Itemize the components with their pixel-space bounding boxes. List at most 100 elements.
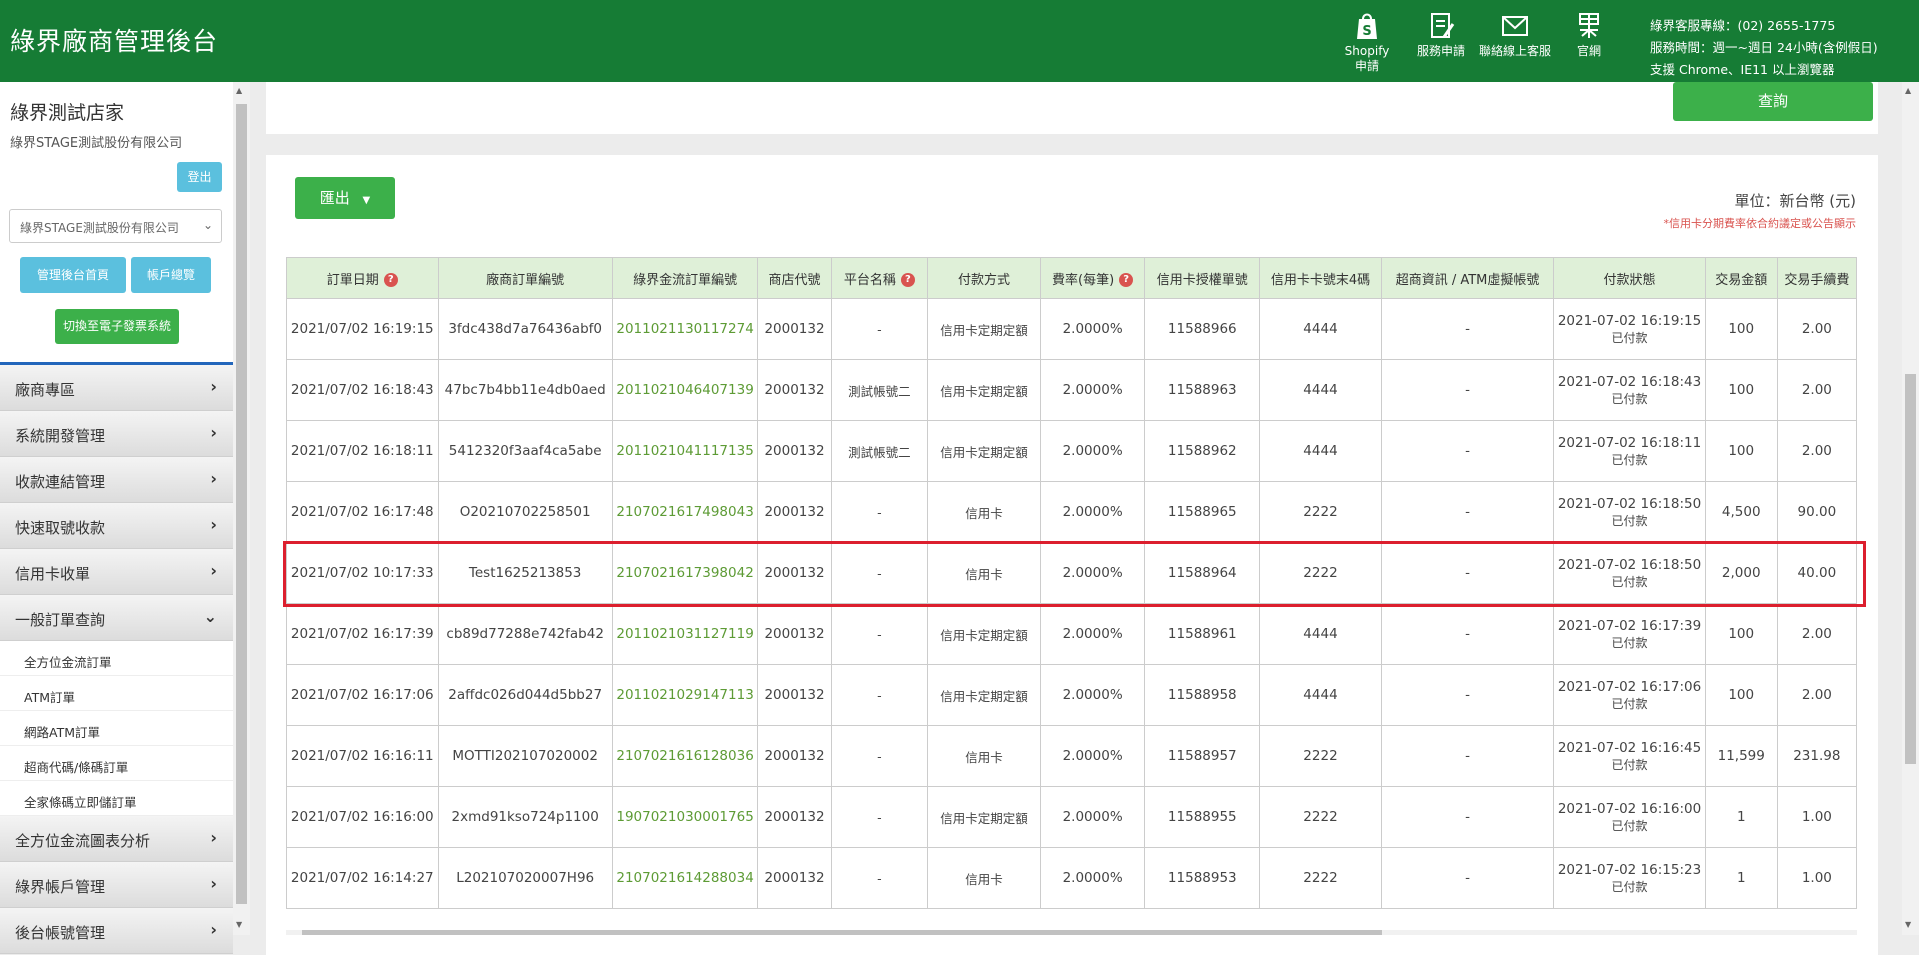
export-button[interactable]: 匯出 ▼ bbox=[295, 177, 395, 219]
cell-ecpay-order-link[interactable]: 2107021617498043 bbox=[611, 481, 759, 543]
cell-trade-amount: 100 bbox=[1704, 298, 1778, 360]
official-site-link[interactable]: 官網 bbox=[1552, 8, 1626, 74]
cell-fee-rate: 2.0000% bbox=[1039, 298, 1146, 360]
column-header-label: 商店代號 bbox=[768, 272, 821, 288]
cell-cvs-atm-info: - bbox=[1380, 725, 1555, 787]
query-button[interactable]: 查詢 bbox=[1673, 82, 1873, 121]
account-overview-button[interactable]: 帳戶總覽 bbox=[131, 257, 211, 293]
page-scrollbar[interactable]: ▲ ▼ bbox=[1902, 82, 1919, 935]
chevron-right-icon: › bbox=[210, 377, 217, 396]
service-apply-link[interactable]: 服務申請 bbox=[1404, 8, 1478, 74]
scroll-down-icon[interactable]: ▼ bbox=[1905, 920, 1911, 929]
menu-item-vendor[interactable]: 廠商專區 › bbox=[0, 365, 233, 411]
scroll-up-icon[interactable]: ▲ bbox=[236, 86, 242, 95]
cell-fee-rate: 2.0000% bbox=[1039, 725, 1146, 787]
official-link-label: 官網 bbox=[1576, 44, 1601, 58]
cell-ecpay-order-link[interactable]: 2011021031127119 bbox=[611, 603, 759, 665]
cell-payment-status: 2021-07-02 16:15:23 已付款 bbox=[1553, 847, 1706, 909]
cell-payment-method: 信用卡定期定額 bbox=[927, 298, 1041, 360]
column-header-platform-name: 平台名稱? bbox=[830, 257, 929, 299]
cell-ecpay-order-link[interactable]: 1907021030001765 bbox=[611, 786, 759, 848]
submenu-item-family-orders[interactable]: 全家條碼立即儲訂單 bbox=[0, 781, 233, 816]
payment-status-label: 已付款 bbox=[1611, 757, 1648, 772]
submenu-item-cvs-orders[interactable]: 超商代碼/條碼訂單 bbox=[0, 746, 233, 781]
cell-payment-method: 信用卡定期定額 bbox=[927, 786, 1041, 848]
form-edit-icon bbox=[1431, 13, 1455, 38]
cell-trade-fee: 1.00 bbox=[1776, 847, 1857, 909]
submenu-item-all-orders[interactable]: 全方位金流訂單 bbox=[0, 641, 233, 676]
payment-status-label: 已付款 bbox=[1611, 452, 1648, 467]
table-horizontal-scrollbar[interactable] bbox=[286, 930, 1857, 935]
column-header-cvs-atm-info: 超商資訊 / ATM虛擬帳號 bbox=[1380, 257, 1555, 299]
cell-platform-name: - bbox=[830, 603, 929, 665]
switch-einvoice-button[interactable]: 切換至電子發票系統 bbox=[55, 309, 179, 344]
table-row: 2021/07/02 16:19:15 3fdc438d7a76436abf0 20… bbox=[286, 298, 1857, 360]
cell-store-id: 2000132 bbox=[757, 481, 832, 543]
cell-vendor-order-no: cb89d77288e742fab42 bbox=[437, 603, 613, 665]
cell-ecpay-order-link[interactable]: 2107021616128036 bbox=[611, 725, 759, 787]
submenu-item-atm-orders[interactable]: ATM訂單 bbox=[0, 676, 233, 711]
menu-item-system-dev[interactable]: 系統開發管理 › bbox=[0, 411, 233, 457]
cell-order-date: 2021/07/02 16:14:27 bbox=[286, 847, 439, 909]
cell-payment-status: 2021-07-02 16:16:45 已付款 bbox=[1553, 725, 1706, 787]
cell-card-last4: 2222 bbox=[1259, 847, 1382, 909]
menu-item-chart-analysis[interactable]: 全方位金流圖表分析 › bbox=[0, 816, 233, 862]
menu-item-account-mgmt[interactable]: 綠界帳戶管理 › bbox=[0, 862, 233, 908]
table-header-row: 訂單日期? 廠商訂單編號 綠界金流訂單編號 商店代號 平台名稱? 付款方式 費率(每筆)? 信… bbox=[286, 257, 1857, 299]
shopify-apply-link[interactable]: S Shopify 申請 bbox=[1330, 8, 1404, 74]
company-select[interactable]: 綠界STAGE測試股份有限公司 ⌄ bbox=[9, 209, 222, 243]
menu-item-payment-link[interactable]: 收款連結管理 › bbox=[0, 457, 233, 503]
help-icon[interactable]: ? bbox=[383, 273, 398, 287]
cell-vendor-order-no: 47bc7b4bb11e4db0aed bbox=[437, 359, 613, 421]
chevron-right-icon: › bbox=[210, 828, 217, 847]
sidebar-scroll-thumb[interactable] bbox=[236, 104, 247, 904]
menu-item-backend-accounts[interactable]: 後台帳號管理 › bbox=[0, 908, 233, 954]
cell-payment-status: 2021-07-02 16:19:15 已付款 bbox=[1553, 298, 1706, 360]
scroll-up-icon[interactable]: ▲ bbox=[1905, 86, 1911, 95]
menu-item-credit-card[interactable]: 信用卡收單 › bbox=[0, 549, 233, 595]
mail-icon bbox=[1502, 16, 1528, 36]
cell-cvs-atm-info: - bbox=[1380, 359, 1555, 421]
cell-cvs-atm-info: - bbox=[1380, 420, 1555, 482]
admin-home-button[interactable]: 管理後台首頁 bbox=[20, 257, 126, 293]
cell-platform-name: - bbox=[830, 664, 929, 726]
cell-ecpay-order-link[interactable]: 2011021029147113 bbox=[611, 664, 759, 726]
logout-button[interactable]: 登出 bbox=[177, 162, 222, 192]
submenu-item-web-atm-orders[interactable]: 網路ATM訂單 bbox=[0, 711, 233, 746]
sidebar-scrollbar[interactable]: ▲ ▼ bbox=[233, 82, 250, 935]
cell-fee-rate: 2.0000% bbox=[1039, 359, 1146, 421]
column-header-card-last4: 信用卡卡號末4碼 bbox=[1259, 257, 1382, 299]
ecpay-logo-icon bbox=[1579, 13, 1599, 38]
page-scroll-thumb[interactable] bbox=[1905, 374, 1916, 764]
column-header-label: 付款方式 bbox=[957, 272, 1010, 288]
cell-cvs-atm-info: - bbox=[1380, 847, 1555, 909]
menu-item-order-query[interactable]: 一般訂單查詢 ⌄ bbox=[0, 595, 233, 641]
column-header-fee-rate: 費率(每筆)? bbox=[1039, 257, 1146, 299]
cell-card-last4: 2222 bbox=[1259, 786, 1382, 848]
cell-auth-no: 11588955 bbox=[1144, 786, 1261, 848]
hotline-text: 綠界客服專線：(02) 2655-1775 bbox=[1650, 18, 1836, 33]
cell-ecpay-order-link[interactable]: 2011021130117274 bbox=[611, 298, 759, 360]
company-name: 綠界STAGE測試股份有限公司 bbox=[10, 136, 183, 151]
brand-title[interactable]: 綠界廠商管理後台 bbox=[10, 22, 218, 58]
column-header-trade-amount: 交易金額 bbox=[1704, 257, 1778, 299]
cell-platform-name: - bbox=[830, 786, 929, 848]
scroll-down-icon[interactable]: ▼ bbox=[236, 920, 242, 929]
cell-ecpay-order-link[interactable]: 2011021046407139 bbox=[611, 359, 759, 421]
cell-ecpay-order-link[interactable]: 2011021041117135 bbox=[611, 420, 759, 482]
cell-ecpay-order-link[interactable]: 2107021614288034 bbox=[611, 847, 759, 909]
cell-order-date: 2021/07/02 16:17:48 bbox=[286, 481, 439, 543]
help-icon[interactable]: ? bbox=[900, 273, 915, 287]
payment-status-label: 已付款 bbox=[1611, 635, 1648, 650]
payment-status-label: 已付款 bbox=[1611, 879, 1648, 894]
online-support-link[interactable]: 聯絡線上客服 bbox=[1478, 8, 1552, 74]
cell-payment-status: 2021-07-02 16:18:11 已付款 bbox=[1553, 420, 1706, 482]
menu-item-quick-code[interactable]: 快速取號收款 › bbox=[0, 503, 233, 549]
help-icon[interactable]: ? bbox=[1119, 273, 1134, 287]
table-scroll-thumb[interactable] bbox=[302, 930, 1382, 935]
cell-fee-rate: 2.0000% bbox=[1039, 786, 1146, 848]
cell-payment-method: 信用卡 bbox=[927, 481, 1041, 543]
cell-platform-name: - bbox=[830, 298, 929, 360]
company-select-value: 綠界STAGE測試股份有限公司 bbox=[20, 221, 179, 235]
menu-label: 廠商專區 bbox=[15, 381, 76, 399]
